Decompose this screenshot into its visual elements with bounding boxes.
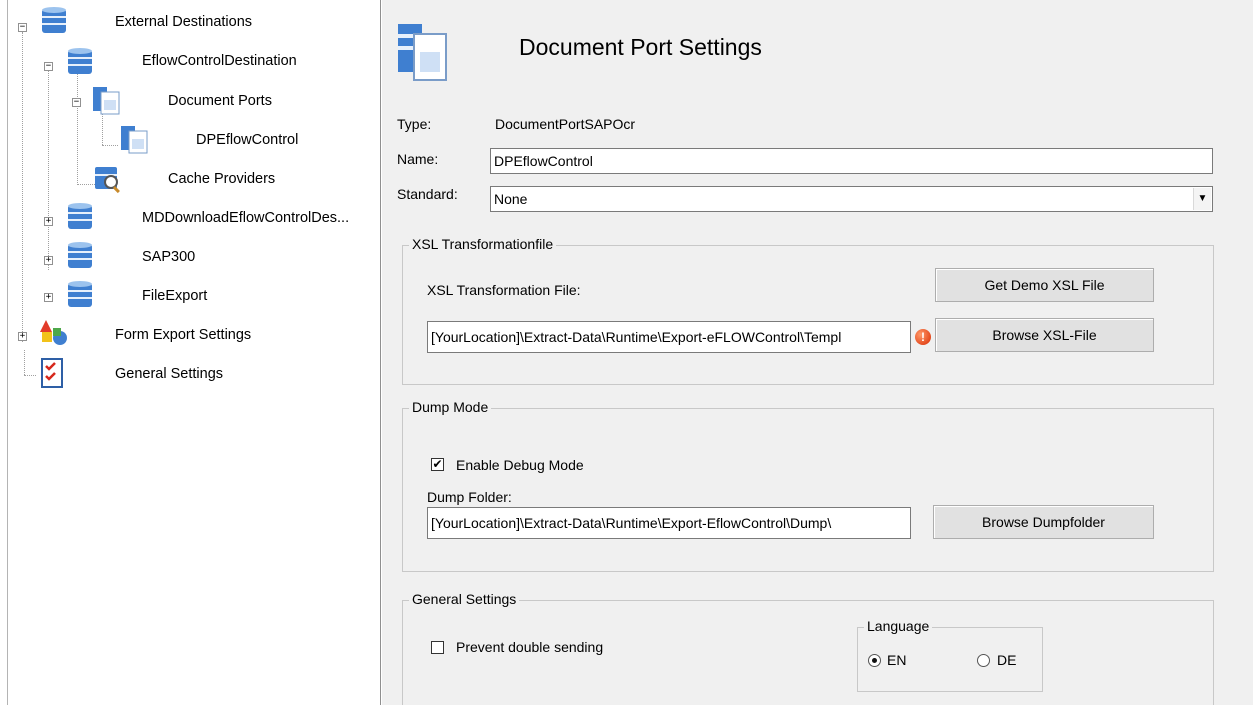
cache-search-icon [95, 167, 120, 194]
prevent-double-sending-label: Prevent double sending [456, 639, 604, 655]
type-value: DocumentPortSAPOcr [495, 116, 636, 132]
document-stack-icon [93, 87, 120, 115]
group-title: Language [864, 618, 933, 634]
xsl-transformation-group: XSL Transformationfile [402, 236, 1214, 385]
document-stack-icon [398, 24, 447, 81]
browse-dumpfolder-button[interactable]: Browse Dumpfolder [933, 505, 1154, 539]
language-de-label: DE [997, 652, 1017, 668]
database-icon [68, 281, 92, 307]
chevron-down-icon[interactable]: ▼ [1193, 188, 1211, 210]
database-icon [68, 203, 92, 229]
page-title: Document Port Settings [519, 34, 762, 60]
language-en-radio[interactable] [868, 654, 881, 667]
collapse-icon[interactable]: − [18, 23, 27, 32]
tree-item-mddownloadeflowcontroldes[interactable]: + MDDownloadEflowControlDes... [0, 201, 381, 239]
name-input[interactable]: DPEflowControl [490, 148, 1213, 174]
language-de-radio[interactable] [977, 654, 990, 667]
navigation-tree: − External Destinations − EflowControlDe… [0, 0, 381, 705]
standard-selected-value: None [494, 191, 528, 207]
enable-debug-checkbox[interactable]: ✔ [431, 458, 444, 471]
tree-item-label: EflowControlDestination [142, 53, 297, 69]
group-title: XSL Transformationfile [409, 236, 557, 252]
dump-folder-input[interactable]: [YourLocation]\Extract-Data\Runtime\Expo… [427, 507, 911, 539]
dump-folder-label: Dump Folder: [427, 489, 512, 505]
warning-icon: ! [915, 329, 931, 345]
tree-item-sap300[interactable]: + SAP300 [0, 240, 381, 278]
prevent-double-sending-checkbox[interactable] [431, 641, 444, 654]
type-label: Type: [397, 116, 432, 132]
expand-icon[interactable]: + [44, 217, 53, 226]
standard-select[interactable]: None ▼ [490, 186, 1213, 212]
tree-item-label: Cache Providers [168, 171, 276, 187]
get-demo-xsl-button[interactable]: Get Demo XSL File [935, 268, 1154, 302]
enable-debug-label: Enable Debug Mode [456, 457, 584, 473]
tree-item-document-ports[interactable]: − Document Ports [0, 84, 381, 122]
browse-xsl-button[interactable]: Browse XSL-File [935, 318, 1154, 352]
tree-item-cache-providers[interactable]: Cache Providers [0, 162, 381, 200]
group-title: General Settings [409, 591, 520, 607]
expand-icon[interactable]: + [44, 293, 53, 302]
language-en-label: EN [887, 652, 907, 668]
tree-item-eflowcontroldestination[interactable]: − EflowControlDestination [0, 44, 381, 82]
database-icon [42, 7, 66, 33]
dump-mode-group: Dump Mode [402, 399, 1214, 572]
collapse-icon[interactable]: − [72, 98, 81, 107]
tree-item-fileexport[interactable]: + FileExport [0, 279, 381, 317]
tree-item-label: DPEflowControl [196, 132, 299, 148]
shapes-icon [40, 320, 67, 345]
tree-item-label: General Settings [115, 366, 224, 382]
tree-item-label: Document Ports [168, 93, 272, 109]
name-label: Name: [397, 151, 439, 167]
collapse-icon[interactable]: − [44, 62, 53, 71]
standard-label: Standard: [397, 186, 458, 202]
tree-item-general-settings[interactable]: General Settings [0, 357, 381, 395]
tree-item-dpeflowcontrol[interactable]: DPEflowControl [0, 123, 381, 161]
document-stack-icon [121, 126, 148, 154]
group-title: Dump Mode [409, 399, 492, 415]
database-icon [68, 48, 92, 74]
tree-item-label: Form Export Settings [115, 327, 252, 343]
settings-pane: Document Port Settings Type: DocumentPor… [382, 0, 1253, 705]
expand-icon[interactable]: + [44, 256, 53, 265]
tree-item-label: External Destinations [115, 14, 253, 30]
tree-item-label: MDDownloadEflowControlDes... [142, 210, 350, 226]
expand-icon[interactable]: + [18, 332, 27, 341]
tree-item-form-export-settings[interactable]: + Form Export Settings [0, 318, 381, 356]
database-icon [68, 242, 92, 268]
tree-item-label: FileExport [142, 288, 208, 304]
xsl-file-label: XSL Transformation File: [427, 282, 581, 298]
tree-item-label: SAP300 [142, 249, 196, 265]
tree-item-external-destinations[interactable]: − External Destinations [0, 5, 381, 43]
xsl-file-input[interactable]: [YourLocation]\Extract-Data\Runtime\Expo… [427, 321, 911, 353]
checklist-icon [41, 358, 63, 388]
